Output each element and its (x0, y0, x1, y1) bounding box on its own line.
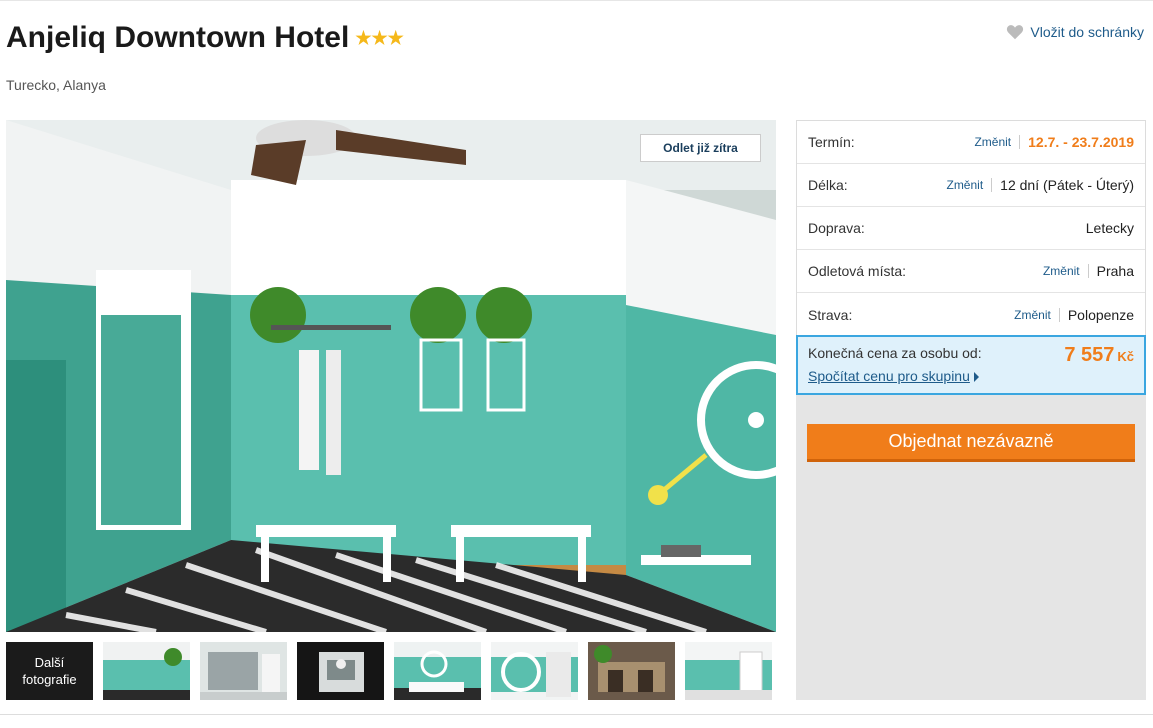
hotel-detail-page: Anjeliq Downtown Hotel ★★★ Turecko, Alany… (0, 0, 1153, 728)
thumbnail-strip: Další fotografie (6, 642, 776, 700)
term-label: Termín: (808, 134, 855, 150)
order-button[interactable]: Objednat nezávazně (807, 424, 1135, 462)
add-to-favorites-label: Vložit do schránky (1030, 24, 1144, 40)
change-term-link[interactable]: Změnit (974, 135, 1021, 149)
photo-thumbnail[interactable] (297, 642, 384, 700)
group-price-link[interactable]: Spočítat cenu pro skupinu (808, 368, 979, 384)
transport-value: Letecky (1085, 220, 1134, 236)
row-length: Délka: Změnit 12 dní (Pátek - Úterý) (797, 164, 1145, 207)
price-currency: Kč (1117, 349, 1134, 364)
price-value: 7 557 Kč (1064, 344, 1134, 367)
row-transport: Doprava: Letecky (797, 207, 1145, 250)
photo-thumbnail[interactable] (491, 642, 578, 700)
departure-label: Odletová místa: (808, 263, 907, 279)
main-hotel-photo[interactable]: Odlet již zítra (6, 120, 776, 632)
hotel-location: Turecko, Alanya (6, 77, 106, 93)
group-price-label: Spočítat cenu pro skupinu (808, 368, 970, 384)
add-to-favorites-button[interactable]: Vložit do schránky (1006, 24, 1144, 40)
row-departure: Odletová místa: Změnit Praha (797, 250, 1145, 293)
photo-thumbnail[interactable] (588, 642, 675, 700)
change-departure-link[interactable]: Změnit (1043, 264, 1089, 278)
booking-panel: Termín: Změnit 12.7. - 23.7.2019 Délka: … (796, 120, 1146, 700)
more-photos-label-line2: fotografie (22, 672, 77, 687)
board-value: Polopenze (1067, 306, 1134, 323)
departure-value: Praha (1096, 263, 1134, 279)
more-photos-label-line1: Další (34, 655, 65, 670)
photo-thumbnail[interactable] (685, 642, 772, 700)
length-label: Délka: (808, 177, 848, 193)
hotel-name: Anjeliq Downtown Hotel (6, 21, 350, 54)
term-value: 12.7. - 23.7.2019 (1028, 134, 1134, 150)
hotel-title: Anjeliq Downtown Hotel ★★★ (6, 21, 404, 55)
row-term: Termín: Změnit 12.7. - 23.7.2019 (797, 121, 1145, 164)
triangle-right-icon (973, 372, 979, 382)
heart-icon (1007, 25, 1024, 40)
departure-tomorrow-badge: Odlet již zítra (640, 134, 761, 162)
price-amount: 7 557 (1064, 344, 1115, 366)
divider (0, 714, 1153, 715)
transport-label: Doprava: (808, 220, 865, 236)
booking-details: Termín: Změnit 12.7. - 23.7.2019 Délka: … (796, 120, 1146, 337)
more-photos-button[interactable]: Další fotografie (6, 642, 93, 700)
length-value: 12 dní (Pátek - Úterý) (1000, 177, 1134, 193)
room-photo-illustration (6, 120, 776, 632)
price-box: Konečná cena za osobu od: 7 557 Kč Spočít… (796, 335, 1146, 395)
photo-thumbnail[interactable] (200, 642, 287, 700)
change-board-link[interactable]: Změnit (1014, 307, 1060, 322)
star-rating: ★★★ (355, 28, 404, 48)
photo-thumbnail[interactable] (103, 642, 190, 700)
photo-thumbnail[interactable] (394, 642, 481, 700)
row-board: Strava: Změnit Polopenze (797, 293, 1145, 336)
board-label: Strava: (808, 306, 853, 323)
change-length-link[interactable]: Změnit (946, 178, 993, 192)
